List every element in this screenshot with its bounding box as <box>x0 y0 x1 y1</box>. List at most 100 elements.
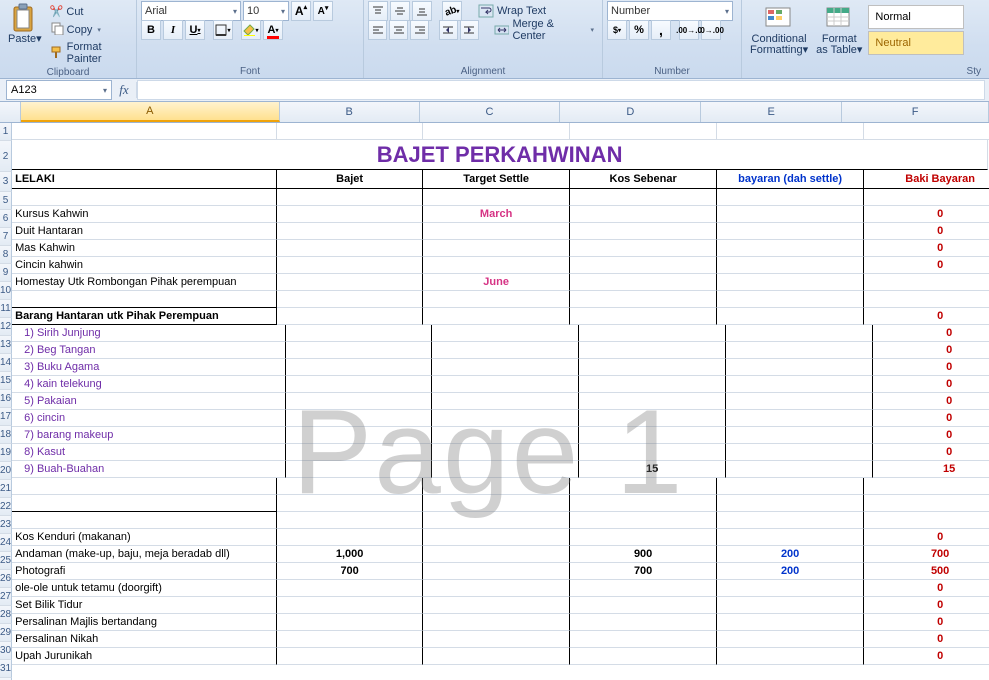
cell[interactable]: 0 <box>864 648 989 665</box>
select-all-corner[interactable] <box>0 102 21 122</box>
bold-button[interactable]: B <box>141 20 161 40</box>
cell[interactable] <box>277 291 423 308</box>
cell[interactable] <box>717 580 864 597</box>
cell[interactable]: 0 <box>864 529 989 546</box>
cell[interactable] <box>726 342 873 359</box>
row-header[interactable]: 7 <box>0 228 12 246</box>
format-painter-button[interactable]: Format Painter <box>46 40 132 66</box>
cell-style-normal[interactable]: Normal <box>868 5 964 29</box>
align-middle-button[interactable] <box>390 1 410 21</box>
row-header[interactable]: 26 <box>0 570 12 588</box>
increase-decimal-button[interactable]: .00→.0 <box>679 20 699 40</box>
cell[interactable] <box>423 597 570 614</box>
cell[interactable] <box>12 512 277 529</box>
cell[interactable] <box>726 461 873 478</box>
col-header-f[interactable]: F <box>842 102 989 122</box>
cell[interactable] <box>277 240 423 257</box>
cell[interactable] <box>277 512 423 529</box>
row-header[interactable]: 25 <box>0 552 12 570</box>
cell[interactable] <box>570 308 717 325</box>
cell[interactable] <box>570 240 717 257</box>
cell[interactable] <box>432 461 579 478</box>
cell[interactable]: 700 <box>864 546 989 563</box>
cell[interactable]: Set Bilik Tidur <box>12 597 277 614</box>
cell[interactable] <box>570 495 717 512</box>
cell[interactable] <box>423 240 570 257</box>
cell[interactable]: Photografi <box>12 563 277 580</box>
cell[interactable]: 15 <box>579 461 726 478</box>
cell[interactable]: 0 <box>864 206 989 223</box>
cell[interactable] <box>423 631 570 648</box>
row-header[interactable]: 2 <box>0 141 12 172</box>
cell[interactable] <box>726 444 873 461</box>
cell[interactable]: 9) Buah-Buahan <box>12 461 286 478</box>
row-header[interactable]: 14 <box>0 354 12 372</box>
cell[interactable] <box>726 325 873 342</box>
cell[interactable] <box>432 325 579 342</box>
cell[interactable]: 0 <box>864 240 989 257</box>
shrink-font-button[interactable]: A▾ <box>313 1 333 21</box>
cell[interactable]: 0 <box>864 580 989 597</box>
cell[interactable]: 0 <box>873 342 989 359</box>
row-header[interactable]: 16 <box>0 390 12 408</box>
cell[interactable]: Barang Hantaran utk Pihak Perempuan <box>12 308 277 325</box>
cell[interactable] <box>286 325 432 342</box>
cell[interactable] <box>423 257 570 274</box>
cell[interactable]: Persalinan Nikah <box>12 631 277 648</box>
row-header[interactable]: 22 <box>0 498 12 516</box>
cell[interactable] <box>286 461 432 478</box>
cell[interactable] <box>277 580 423 597</box>
cell[interactable] <box>864 512 989 529</box>
cell[interactable] <box>717 291 864 308</box>
cell[interactable] <box>570 206 717 223</box>
header-target[interactable]: Target Settle <box>423 170 570 189</box>
cell[interactable] <box>277 529 423 546</box>
cell[interactable] <box>570 291 717 308</box>
cell[interactable] <box>12 291 277 308</box>
border-button[interactable]: ▾ <box>213 20 233 40</box>
cell[interactable] <box>579 376 726 393</box>
cell[interactable]: 900 <box>570 546 717 563</box>
sheet-title[interactable]: BAJET PERKAHWINAN <box>12 140 988 170</box>
cell[interactable]: ole-ole untuk tetamu (doorgift) <box>12 580 277 597</box>
cell[interactable] <box>277 257 423 274</box>
cell[interactable] <box>286 393 432 410</box>
header-bajet[interactable]: Bajet <box>277 170 423 189</box>
cell[interactable]: 0 <box>873 325 989 342</box>
cell[interactable] <box>423 580 570 597</box>
row-header[interactable]: 8 <box>0 246 12 264</box>
cell[interactable] <box>864 189 989 206</box>
row-header[interactable]: 12 <box>0 318 12 336</box>
cell[interactable] <box>717 512 864 529</box>
cell[interactable] <box>423 495 570 512</box>
cell[interactable]: Upah Jurunikah <box>12 648 277 665</box>
cell[interactable]: March <box>423 206 570 223</box>
cell[interactable] <box>277 614 423 631</box>
cell[interactable] <box>277 631 423 648</box>
cell[interactable]: 4) kain telekung <box>12 376 286 393</box>
cell[interactable] <box>423 512 570 529</box>
cell[interactable] <box>570 478 717 495</box>
cell[interactable] <box>864 291 989 308</box>
cell[interactable] <box>579 342 726 359</box>
cell-style-neutral[interactable]: Neutral <box>868 31 964 55</box>
cell[interactable] <box>570 223 717 240</box>
cell[interactable] <box>12 189 277 206</box>
cell[interactable] <box>726 410 873 427</box>
cell[interactable] <box>277 495 423 512</box>
cell[interactable] <box>579 325 726 342</box>
row-header[interactable]: 10 <box>0 282 12 300</box>
cell[interactable]: 700 <box>570 563 717 580</box>
cell[interactable] <box>579 359 726 376</box>
cell[interactable] <box>726 359 873 376</box>
cell[interactable]: Kos Kenduri (makanan) <box>12 529 277 546</box>
increase-indent-button[interactable] <box>460 20 479 40</box>
comma-button[interactable]: , <box>651 20 671 40</box>
percent-button[interactable]: % <box>629 20 649 40</box>
cell[interactable] <box>717 257 864 274</box>
row-header[interactable]: 28 <box>0 606 12 624</box>
cell[interactable]: 0 <box>864 614 989 631</box>
col-header-e[interactable]: E <box>701 102 842 122</box>
cell[interactable] <box>12 495 277 512</box>
cell[interactable]: 1) Sirih Junjung <box>12 325 286 342</box>
